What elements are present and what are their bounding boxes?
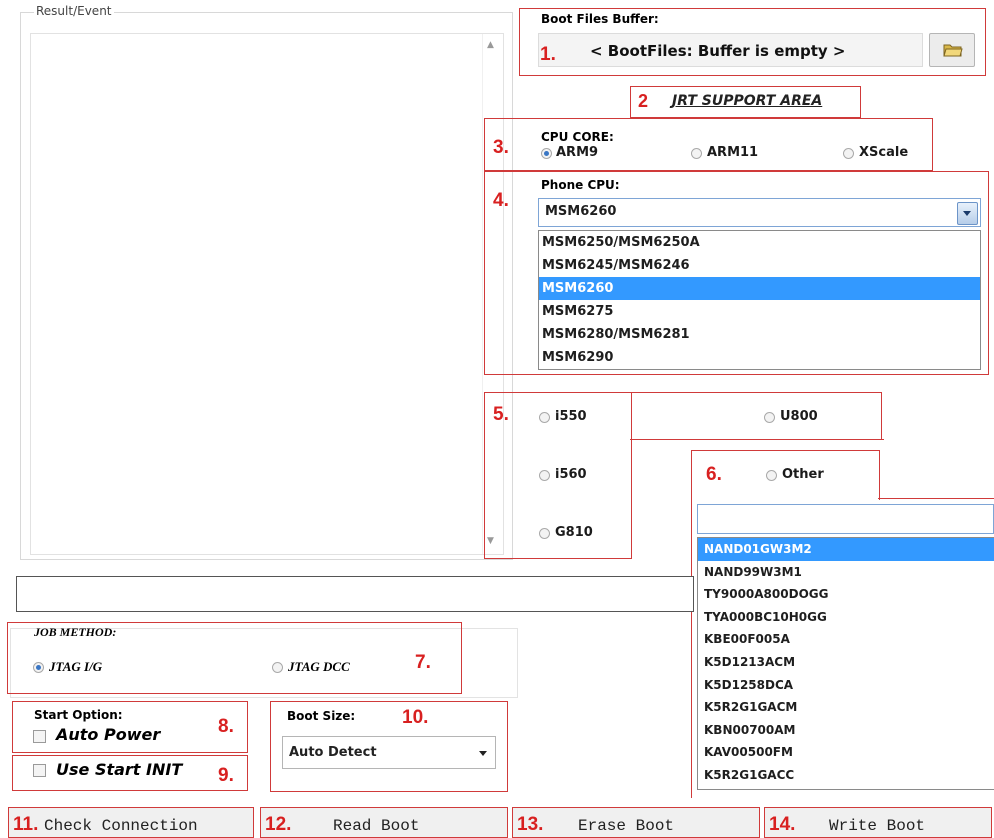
radio-i550-label: i550 [555, 409, 587, 424]
list-item[interactable]: TY9000A800DOGG [698, 583, 994, 606]
radio-i560[interactable] [539, 470, 550, 481]
phone-cpu-title: Phone CPU: [541, 178, 620, 192]
radio-other-label: Other [782, 467, 824, 482]
list-item[interactable]: MSM6250/MSM6250A [539, 231, 980, 254]
label-number-3: 3. [493, 137, 509, 158]
result-event-label: Result/Event [34, 4, 114, 18]
radio-g810[interactable] [539, 528, 550, 539]
list-item[interactable]: MSM6245/MSM6246 [539, 254, 980, 277]
list-item[interactable]: MSM6280/MSM6281 [539, 323, 980, 346]
models-box-joint [630, 439, 884, 440]
label-number-11: 11. [13, 814, 39, 835]
label-number-10: 10. [402, 707, 429, 728]
nand-input[interactable] [697, 504, 994, 534]
read-boot-button[interactable]: 12. Read Boot [260, 807, 508, 838]
radio-i560-label: i560 [555, 467, 587, 482]
erase-boot-button[interactable]: 13. Erase Boot [512, 807, 760, 838]
other-box-ext [878, 498, 994, 499]
list-item-selected[interactable]: NAND01GW3M2 [698, 538, 994, 561]
erase-boot-label: Erase Boot [578, 817, 675, 835]
write-boot-label: Write Boot [829, 817, 926, 835]
boot-files-status: < BootFiles: Buffer is empty > [590, 42, 846, 60]
open-folder-icon [943, 44, 963, 57]
list-item[interactable]: K5D1258DCA [698, 674, 994, 697]
chevron-down-icon [479, 751, 487, 756]
boot-size-title: Boot Size: [287, 709, 356, 723]
radio-jtag-dcc-label: JTAG DCC [288, 659, 350, 674]
use-start-init-label: Use Start INIT [56, 760, 183, 779]
list-item[interactable]: KBE00F005A [698, 628, 994, 651]
label-number-12: 12. [265, 814, 292, 835]
list-item[interactable]: K5D1213ACM [698, 651, 994, 674]
nand-dropdown-list[interactable]: NAND01GW3M2 NAND99W3M1 TY9000A800DOGG TY… [697, 537, 994, 790]
list-item[interactable]: K5R2G1GACM [698, 696, 994, 719]
auto-power-checkbox[interactable] [33, 730, 46, 743]
list-item[interactable]: MSM6275 [539, 300, 980, 323]
boot-files-title: Boot Files Buffer: [541, 12, 659, 26]
progress-bar [16, 576, 694, 612]
list-item[interactable]: MSM6290 [539, 346, 980, 369]
label-number-5: 5. [493, 404, 509, 425]
check-connection-button[interactable]: 11. Check Connection [8, 807, 254, 838]
radio-jtag-ig-label: JTAG I/G [49, 659, 103, 674]
check-connection-label: Check Connection [44, 817, 198, 835]
label-number-2: 2 [638, 91, 649, 111]
list-item[interactable]: KBN00700AM [698, 719, 994, 742]
other-box-left [691, 498, 692, 798]
list-item[interactable]: K5R2G1GACC [698, 764, 994, 787]
phone-cpu-selected: MSM6260 [545, 204, 617, 219]
jrt-support-link[interactable]: JRT SUPPORT AREA [672, 93, 822, 109]
read-boot-label: Read Boot [333, 817, 420, 835]
boot-size-selected: Auto Detect [289, 745, 377, 760]
auto-power-label: Auto Power [56, 725, 161, 744]
result-event-list[interactable] [30, 33, 504, 555]
radio-other[interactable] [766, 470, 777, 481]
label-number-1: 1. [540, 44, 556, 65]
scroll-up-arrow-icon[interactable]: ▲ [487, 40, 494, 50]
label-number-14: 14. [769, 814, 796, 835]
list-item-selected[interactable]: MSM6260 [539, 277, 980, 300]
radio-arm11-label: ARM11 [707, 145, 759, 160]
job-method-title: JOB METHOD: [34, 625, 117, 639]
radio-arm9-label: ARM9 [556, 145, 599, 160]
radio-u800[interactable] [764, 412, 775, 423]
cpu-core-title: CPU CORE: [541, 130, 614, 144]
list-item[interactable]: KAV00500FM [698, 741, 994, 764]
label-number-6: 6. [706, 464, 722, 485]
radio-arm9[interactable] [541, 148, 552, 159]
label-number-13: 13. [517, 814, 544, 835]
radio-jtag-ig[interactable] [33, 662, 44, 673]
chevron-down-icon[interactable] [957, 202, 978, 225]
label-number-9: 9. [218, 765, 234, 786]
boot-size-select[interactable]: Auto Detect [282, 736, 496, 769]
label-number-4: 4. [493, 190, 509, 211]
phone-cpu-select[interactable]: MSM6260 [538, 198, 981, 227]
list-item[interactable]: TYA000BC10H0GG [698, 606, 994, 629]
radio-arm11[interactable] [691, 148, 702, 159]
radio-u800-label: U800 [780, 409, 818, 424]
radio-xscale-label: XScale [859, 145, 909, 160]
radio-g810-label: G810 [555, 525, 593, 540]
list-item[interactable]: NAND99W3M1 [698, 561, 994, 584]
label-number-8: 8. [218, 716, 234, 737]
radio-xscale[interactable] [843, 148, 854, 159]
write-boot-button[interactable]: 14. Write Boot [764, 807, 992, 838]
label-number-7: 7. [415, 652, 431, 673]
radio-jtag-dcc[interactable] [272, 662, 283, 673]
start-option-title: Start Option: [34, 708, 123, 722]
use-start-init-checkbox[interactable] [33, 764, 46, 777]
radio-i550[interactable] [539, 412, 550, 423]
open-folder-button[interactable] [929, 33, 975, 67]
phone-cpu-dropdown-list[interactable]: MSM6250/MSM6250A MSM6245/MSM6246 MSM6260… [538, 230, 981, 370]
